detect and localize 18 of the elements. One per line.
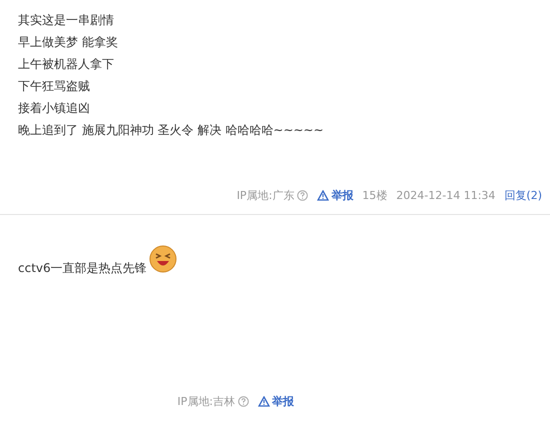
floor-number: 15楼 bbox=[362, 188, 388, 204]
post-time: 2024-12-14 11:34 bbox=[396, 188, 496, 204]
comment-text: 其实这是一串剧情 bbox=[18, 12, 114, 29]
ip-location: IP属地:广东 bbox=[236, 188, 294, 204]
help-icon[interactable] bbox=[238, 396, 249, 408]
comment-text: 上午被机器人拿下 bbox=[18, 56, 114, 73]
comment-text: 接着小镇追凶 bbox=[18, 100, 90, 117]
comment-text: 晚上追到了 施展九阳神功 圣火令 解决 哈哈哈哈~~~~~ bbox=[18, 122, 324, 139]
comment-text: cctv6一直部是热点先锋 bbox=[18, 260, 147, 277]
warning-icon bbox=[258, 396, 270, 408]
help-icon[interactable] bbox=[297, 190, 308, 202]
comment-text: 下午狂骂盗贼 bbox=[18, 78, 90, 95]
report-link[interactable]: 举报 bbox=[317, 188, 354, 204]
report-link[interactable]: 举报 bbox=[258, 394, 294, 410]
ip-location: IP属地:吉林 bbox=[177, 394, 235, 410]
reply-link[interactable]: 回复(2) bbox=[504, 188, 542, 204]
warning-icon bbox=[317, 190, 330, 202]
comment-text: 早上做美梦 能拿奖 bbox=[18, 34, 118, 51]
